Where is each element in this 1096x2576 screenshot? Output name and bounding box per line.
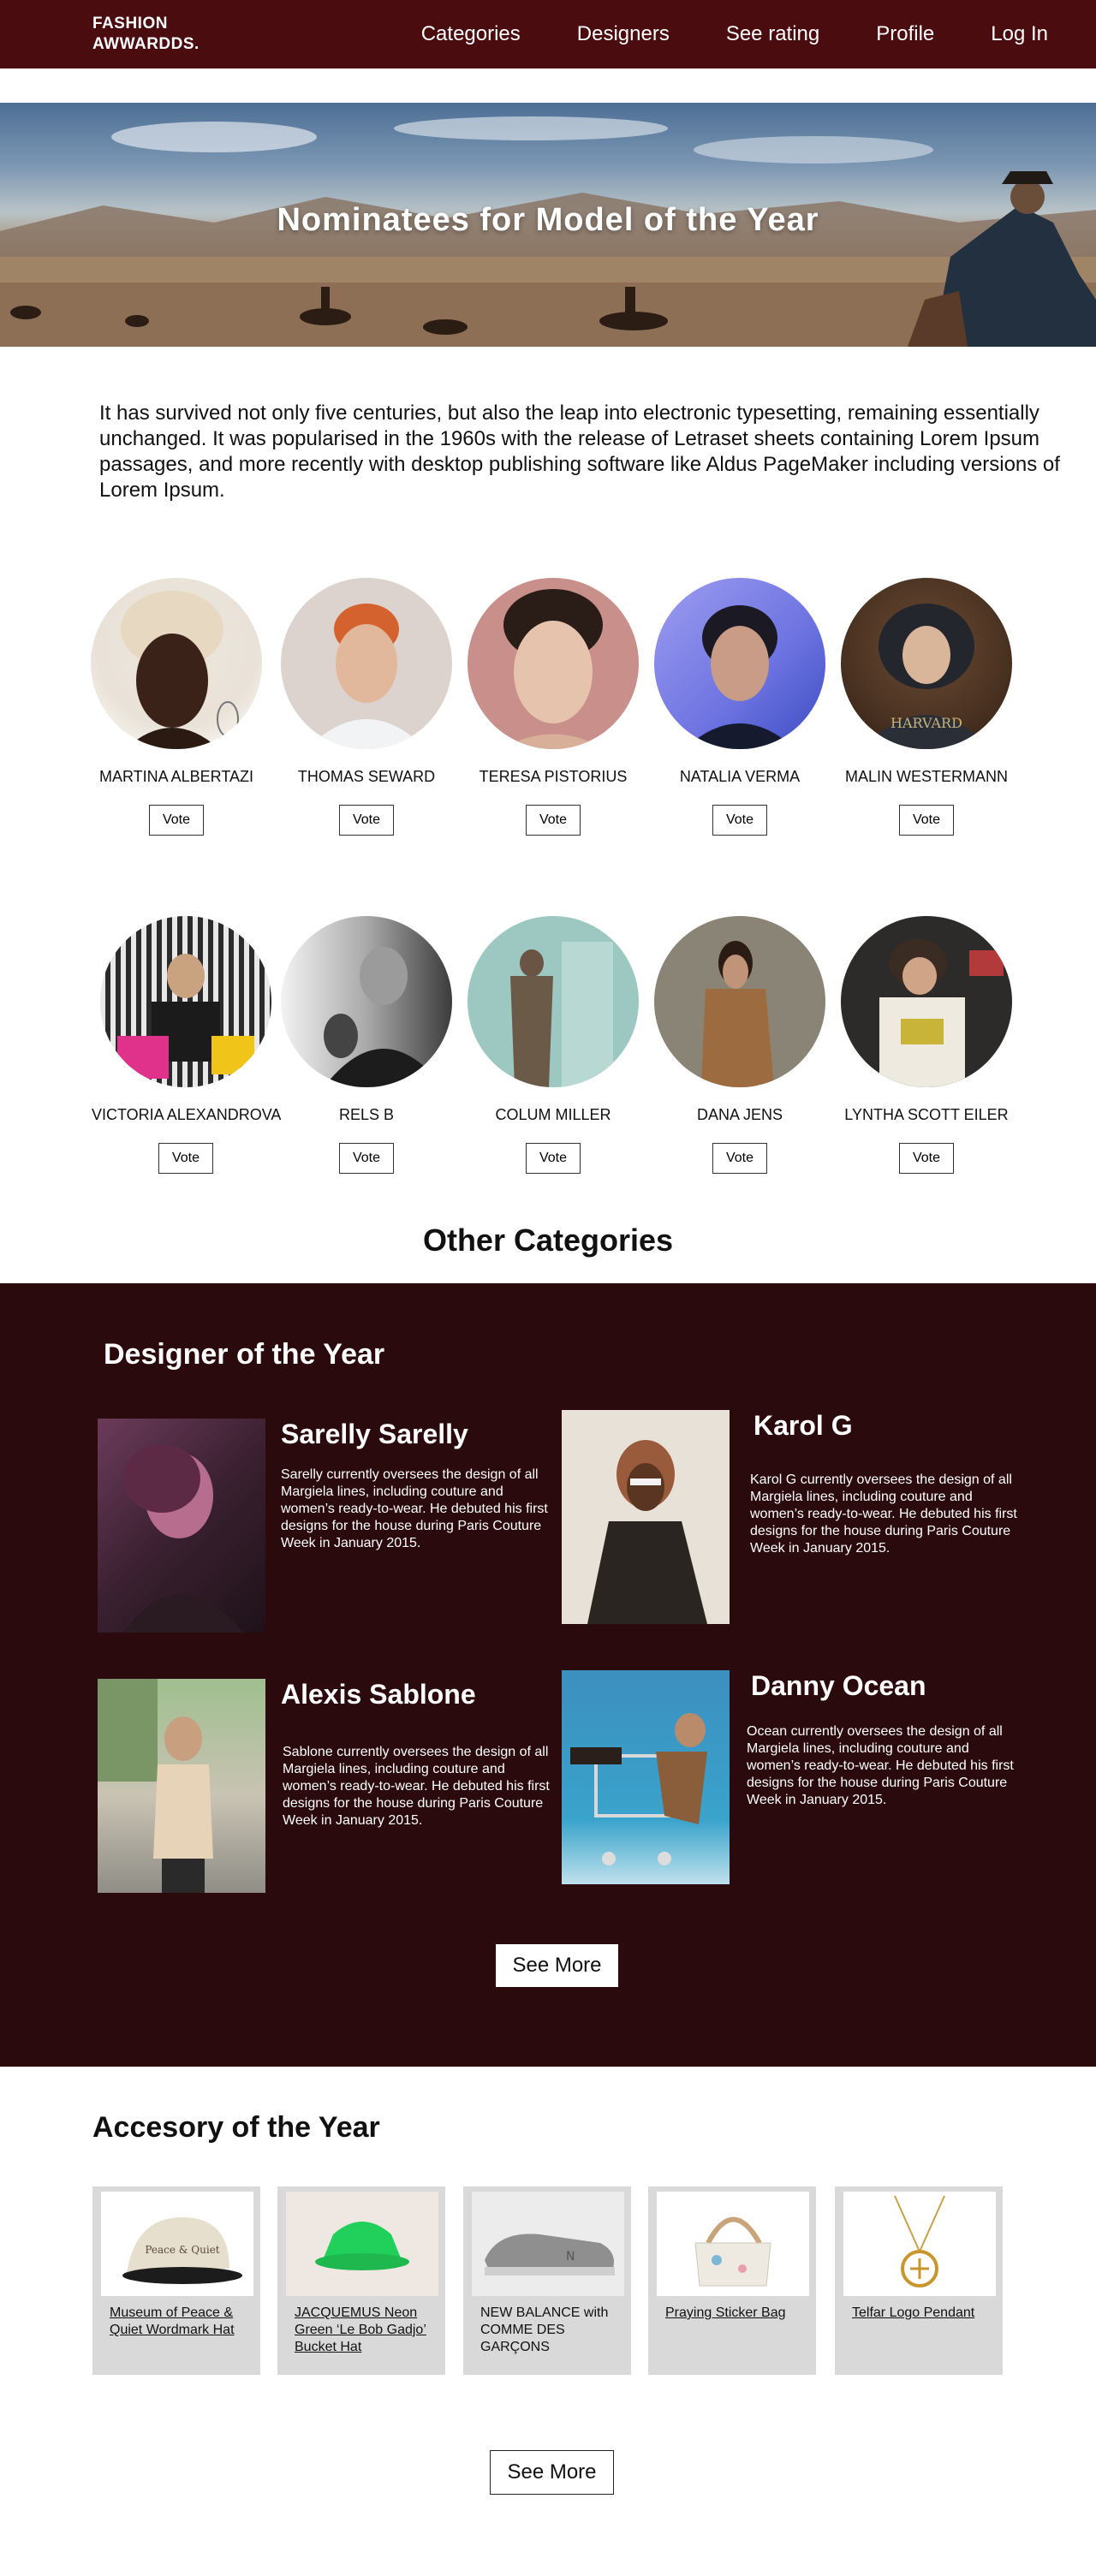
accessory-image: N bbox=[472, 2192, 624, 2296]
vote-button[interactable]: Vote bbox=[899, 1143, 954, 1174]
nominee-photo[interactable] bbox=[654, 916, 825, 1087]
nominees-grid: MARTINA ALBERTAZI Vote THOMAS SEWARD Vot… bbox=[0, 521, 1096, 1258]
vote-button[interactable]: Vote bbox=[339, 805, 394, 836]
nominee-name: DANA JENS bbox=[696, 1106, 783, 1123]
designer-desc: Karol G currently oversees the design of… bbox=[750, 1472, 1017, 1556]
accessory-image bbox=[286, 2192, 438, 2296]
nav-link-see-rating[interactable]: See rating bbox=[726, 22, 819, 46]
nav-link-categories[interactable]: Categories bbox=[421, 22, 521, 46]
designer-photo[interactable] bbox=[98, 1419, 265, 1633]
nominee-card: NATALIA VERMA Vote bbox=[646, 578, 834, 836]
accessory-heading: Accesory of the Year bbox=[92, 2111, 380, 2144]
vote-button[interactable]: Vote bbox=[158, 1143, 213, 1174]
accessory-image bbox=[657, 2192, 809, 2296]
vote-button[interactable]: Vote bbox=[899, 805, 954, 836]
accessory-link[interactable]: Telfar Logo Pendant bbox=[852, 2305, 989, 2322]
accessory-image bbox=[843, 2192, 996, 2296]
accessory-section: Accesory of the Year Peace & Quiet Museu… bbox=[0, 2067, 1096, 2516]
svg-text:N: N bbox=[566, 2250, 575, 2264]
accessory-text: NEW BALANCE with COMME DES GARÇONS bbox=[480, 2305, 609, 2354]
designer-photo[interactable] bbox=[562, 1410, 730, 1624]
designer-name: Danny Ocean bbox=[751, 1670, 926, 1701]
nominee-card: THOMAS SEWARD Vote bbox=[272, 578, 461, 836]
nominee-name: VICTORIA ALEXANDROVA bbox=[92, 1106, 282, 1123]
vote-button[interactable]: Vote bbox=[712, 805, 767, 836]
nav-links: Categories Designers See rating Profile … bbox=[365, 0, 1048, 68]
logo-line-2: AWWARDDS. bbox=[92, 35, 200, 53]
svg-text:HARVARD: HARVARD bbox=[890, 715, 962, 731]
nominee-card: MARTINA ALBERTAZI Vote bbox=[82, 578, 271, 836]
vote-button[interactable]: Vote bbox=[526, 805, 581, 836]
nominee-name: MARTINA ALBERTAZI bbox=[98, 768, 254, 785]
nominee-name: THOMAS SEWARD bbox=[297, 768, 436, 785]
nominee-name: RELS B bbox=[338, 1106, 395, 1123]
nominee-photo[interactable]: HARVARD bbox=[841, 578, 1012, 749]
vote-button[interactable]: Vote bbox=[339, 1143, 394, 1174]
accessory-card[interactable]: Telfar Logo Pendant bbox=[835, 2186, 1003, 2375]
accessory-image: Peace & Quiet bbox=[101, 2192, 253, 2296]
nominee-photo[interactable] bbox=[468, 578, 639, 749]
designer-name: Karol G bbox=[754, 1410, 853, 1441]
hero-title: Nominatees for Model of the Year bbox=[277, 202, 819, 238]
accessory-link[interactable]: JACQUEMUS Neon Green ‘Le Bob Gadjo’ Buck… bbox=[295, 2305, 432, 2356]
nominee-name: NATALIA VERMA bbox=[679, 768, 801, 785]
intro-paragraph: It has survived not only five centuries,… bbox=[99, 402, 1060, 502]
nominee-card: COLUM MILLER Vote bbox=[459, 916, 647, 1174]
nominee-photo[interactable] bbox=[281, 916, 452, 1087]
nominee-photo[interactable] bbox=[654, 578, 825, 749]
designer-name: Sarelly Sarelly bbox=[281, 1419, 468, 1449]
designer-desc: Sarelly currently oversees the design of… bbox=[281, 1467, 548, 1550]
designer-desc: Sablone currently oversees the design of… bbox=[283, 1745, 550, 1828]
other-categories-heading: Other Categories bbox=[422, 1223, 674, 1258]
nominee-card: HARVARD MALIN WESTERMANN Vote bbox=[832, 578, 1021, 836]
nominee-photo[interactable] bbox=[91, 578, 262, 749]
nominee-card: RELS B Vote bbox=[272, 916, 461, 1174]
nominee-name: MALIN WESTERMANN bbox=[844, 768, 1008, 785]
vote-button[interactable]: Vote bbox=[712, 1143, 767, 1174]
top-navbar: FASHION AWWARDDS. Categories Designers S… bbox=[0, 0, 1096, 68]
designer-name: Alexis Sablone bbox=[281, 1679, 476, 1710]
accessory-link[interactable]: Museum of Peace & Quiet Wordmark Hat bbox=[110, 2305, 247, 2339]
designer-photo[interactable] bbox=[562, 1670, 730, 1884]
nav-link-designers[interactable]: Designers bbox=[577, 22, 670, 46]
accessory-card[interactable]: JACQUEMUS Neon Green ‘Le Bob Gadjo’ Buck… bbox=[277, 2186, 445, 2375]
hero-banner: Nominatees for Model of the Year bbox=[0, 103, 1096, 347]
designers-heading: Designer of the Year bbox=[104, 1338, 385, 1371]
nominee-photo[interactable] bbox=[841, 916, 1012, 1087]
nominee-card: LYNTHA SCOTT EILER Vote bbox=[832, 916, 1021, 1174]
nominee-name: COLUM MILLER bbox=[495, 1106, 611, 1123]
accessory-card[interactable]: Peace & Quiet Museum of Peace & Quiet Wo… bbox=[92, 2186, 260, 2375]
logo-line-1: FASHION bbox=[92, 15, 168, 33]
nominee-name: LYNTHA SCOTT EILER bbox=[844, 1106, 1009, 1123]
nominee-card: TERESA PISTORIUS Vote bbox=[459, 578, 647, 836]
accessory-see-more-button[interactable]: See More bbox=[490, 2450, 614, 2495]
nav-link-log-in[interactable]: Log In bbox=[991, 22, 1048, 46]
nominee-photo[interactable] bbox=[100, 916, 271, 1087]
designer-photo[interactable] bbox=[98, 1679, 265, 1893]
designers-section: Designer of the Year Sarelly Sarelly Sar… bbox=[0, 1283, 1096, 2067]
designer-desc: Ocean currently oversees the design of a… bbox=[747, 1724, 1014, 1807]
cap-embroidery-text: Peace & Quiet bbox=[145, 2244, 219, 2256]
nominee-card: VICTORIA ALEXANDROVA Vote bbox=[92, 916, 282, 1174]
designers-see-more-button[interactable]: See More bbox=[496, 1944, 618, 1987]
vote-button[interactable]: Vote bbox=[149, 805, 204, 836]
accessory-link[interactable]: Praying Sticker Bag bbox=[665, 2305, 802, 2322]
nav-link-profile[interactable]: Profile bbox=[876, 22, 934, 46]
accessory-card[interactable]: Praying Sticker Bag bbox=[648, 2186, 816, 2375]
nominee-name: TERESA PISTORIUS bbox=[479, 768, 628, 785]
nominee-card: DANA JENS Vote bbox=[646, 916, 834, 1174]
nominee-photo[interactable] bbox=[468, 916, 639, 1087]
nominee-photo[interactable] bbox=[281, 578, 452, 749]
vote-button[interactable]: Vote bbox=[526, 1143, 581, 1174]
site-logo[interactable]: FASHION AWWARDDS. bbox=[92, 14, 200, 55]
accessory-card[interactable]: N NEW BALANCE with COMME DES GARÇONS bbox=[463, 2186, 631, 2375]
